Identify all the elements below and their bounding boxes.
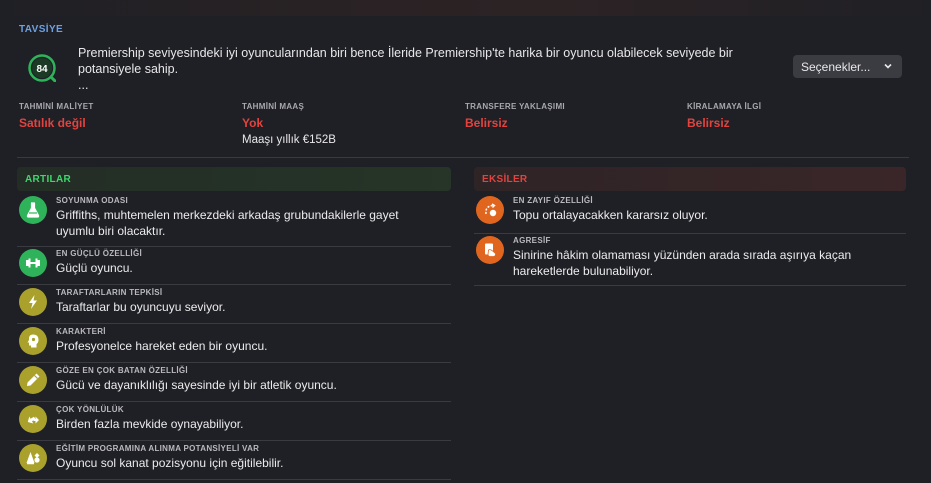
pros-item-title: TARAFTARLARIN TEPKİSİ xyxy=(56,288,163,297)
row-separator xyxy=(474,285,906,286)
info-value: Satılık değil xyxy=(19,116,86,130)
cons-item: AGRESİF Sinirine hâkim olamaması yüzünde… xyxy=(476,236,906,278)
pros-item: EĞİTİM PROGRAMINA ALINMA POTANSİYELİ VAR… xyxy=(19,444,451,474)
cons-item-title: AGRESİF xyxy=(513,236,551,245)
row-separator xyxy=(474,233,906,234)
info-value: Yok xyxy=(242,116,264,130)
pros-item-text: Griffiths, muhtemelen merkezdeki arkadaş… xyxy=(56,208,399,238)
options-dropdown-button[interactable]: Seçenekler... xyxy=(793,55,902,78)
recommendation-text: Premiership seviyesindeki iyi oyuncuları… xyxy=(78,45,768,93)
row-separator xyxy=(17,284,451,285)
info-value: Belirsiz xyxy=(465,116,508,130)
card-icon xyxy=(476,236,504,264)
pros-item: SOYUNMA ODASI Griffiths, muhtemelen merk… xyxy=(19,196,451,238)
pros-item-title: EN GÜÇLÜ ÖZELLİĞİ xyxy=(56,249,142,258)
lightning-icon xyxy=(19,288,47,316)
recommendation-label: TAVSİYE xyxy=(19,24,64,35)
pros-item-text: Taraftarlar bu oyuncuyu seviyor. xyxy=(56,300,226,314)
info-estimated-wage: TAHMİNİ MAAŞ Yok Maaşı yıllık €152B xyxy=(242,102,336,146)
recommendation-line-3: ... xyxy=(78,78,89,92)
pros-item-text: Gücü ve dayanıklılığı sayesinde iyi bir … xyxy=(56,378,337,392)
cons-header: EKSİLER xyxy=(474,167,906,191)
chevron-down-icon xyxy=(884,63,892,69)
pros-item: GÖZE EN ÇOK BATAN ÖZELLİĞİ Gücü ve dayan… xyxy=(19,366,451,396)
row-separator xyxy=(17,479,451,480)
info-label: TAHMİNİ MAAŞ xyxy=(242,102,305,111)
info-estimated-cost: TAHMİNİ MALİYET Satılık değil xyxy=(19,102,94,130)
pros-item: EN GÜÇLÜ ÖZELLİĞİ Güçlü oyuncu. xyxy=(19,249,451,279)
info-label: KİRALAMAYA İLGİ xyxy=(687,102,762,111)
info-transfer-attitude: TRANSFERE YAKLAŞIMI Belirsiz xyxy=(465,102,565,130)
swap-arrows-icon xyxy=(19,405,47,433)
info-loan-interest: KİRALAMAYA İLGİ Belirsiz xyxy=(687,102,761,130)
pros-item-title: EĞİTİM PROGRAMINA ALINMA POTANSİYELİ VAR xyxy=(56,444,260,453)
options-label: Seçenekler... xyxy=(801,59,871,74)
rating-value: 84 xyxy=(36,64,48,75)
section-divider xyxy=(17,157,909,158)
row-separator xyxy=(17,246,451,247)
row-separator xyxy=(17,362,451,363)
pros-item-text: Birden fazla mevkide oynayabiliyor. xyxy=(56,417,244,431)
cons-item-text: Topu ortalayacakken kararsız oluyor. xyxy=(513,208,708,222)
pros-item-text: Güçlü oyuncu. xyxy=(56,261,133,275)
pros-item: TARAFTARLARIN TEPKİSİ Taraftarlar bu oyu… xyxy=(19,288,451,318)
pen-icon xyxy=(19,366,47,394)
recommendation-line-2: potansiyele sahip. xyxy=(78,62,179,76)
pros-item-text: Oyuncu sol kanat pozisyonu için eğitileb… xyxy=(56,456,284,470)
pros-item-title: GÖZE EN ÇOK BATAN ÖZELLİĞİ xyxy=(56,366,188,375)
cons-item-text: Sinirine hâkim olamaması yüzünden arada … xyxy=(513,248,852,278)
top-banner-glow xyxy=(0,0,931,16)
rating-badge: 84 xyxy=(28,54,56,82)
head-icon xyxy=(19,327,47,355)
pros-item-text: Profesyonelce hareket eden bir oyuncu. xyxy=(56,339,268,353)
cross-ball-icon xyxy=(476,196,504,224)
cons-item-title: EN ZAYIF ÖZELLİĞİ xyxy=(513,196,593,205)
info-value: Belirsiz xyxy=(687,116,730,130)
cone-icon xyxy=(19,444,47,472)
flask-icon xyxy=(19,196,47,224)
pros-item: KARAKTERİ Profesyonelce hareket eden bir… xyxy=(19,327,451,357)
info-sub: Maaşı yıllık €152B xyxy=(242,134,336,146)
info-label: TRANSFERE YAKLAŞIMI xyxy=(465,102,565,111)
recommendation-line-1: Premiership seviyesindeki iyi oyuncuları… xyxy=(78,46,733,60)
cons-item: EN ZAYIF ÖZELLİĞİ Topu ortalayacakken ka… xyxy=(476,196,906,226)
pros-item-title: KARAKTERİ xyxy=(56,327,106,336)
pros-item-title: SOYUNMA ODASI xyxy=(56,196,129,205)
row-separator xyxy=(17,440,451,441)
pros-header: ARTILAR xyxy=(17,167,451,191)
dumbbell-icon xyxy=(19,249,47,277)
pros-item: ÇOK YÖNLÜLÜK Birden fazla mevkide oynaya… xyxy=(19,405,451,435)
pros-item-title: ÇOK YÖNLÜLÜK xyxy=(56,405,124,414)
row-separator xyxy=(17,323,451,324)
info-label: TAHMİNİ MALİYET xyxy=(19,102,94,111)
row-separator xyxy=(17,401,451,402)
